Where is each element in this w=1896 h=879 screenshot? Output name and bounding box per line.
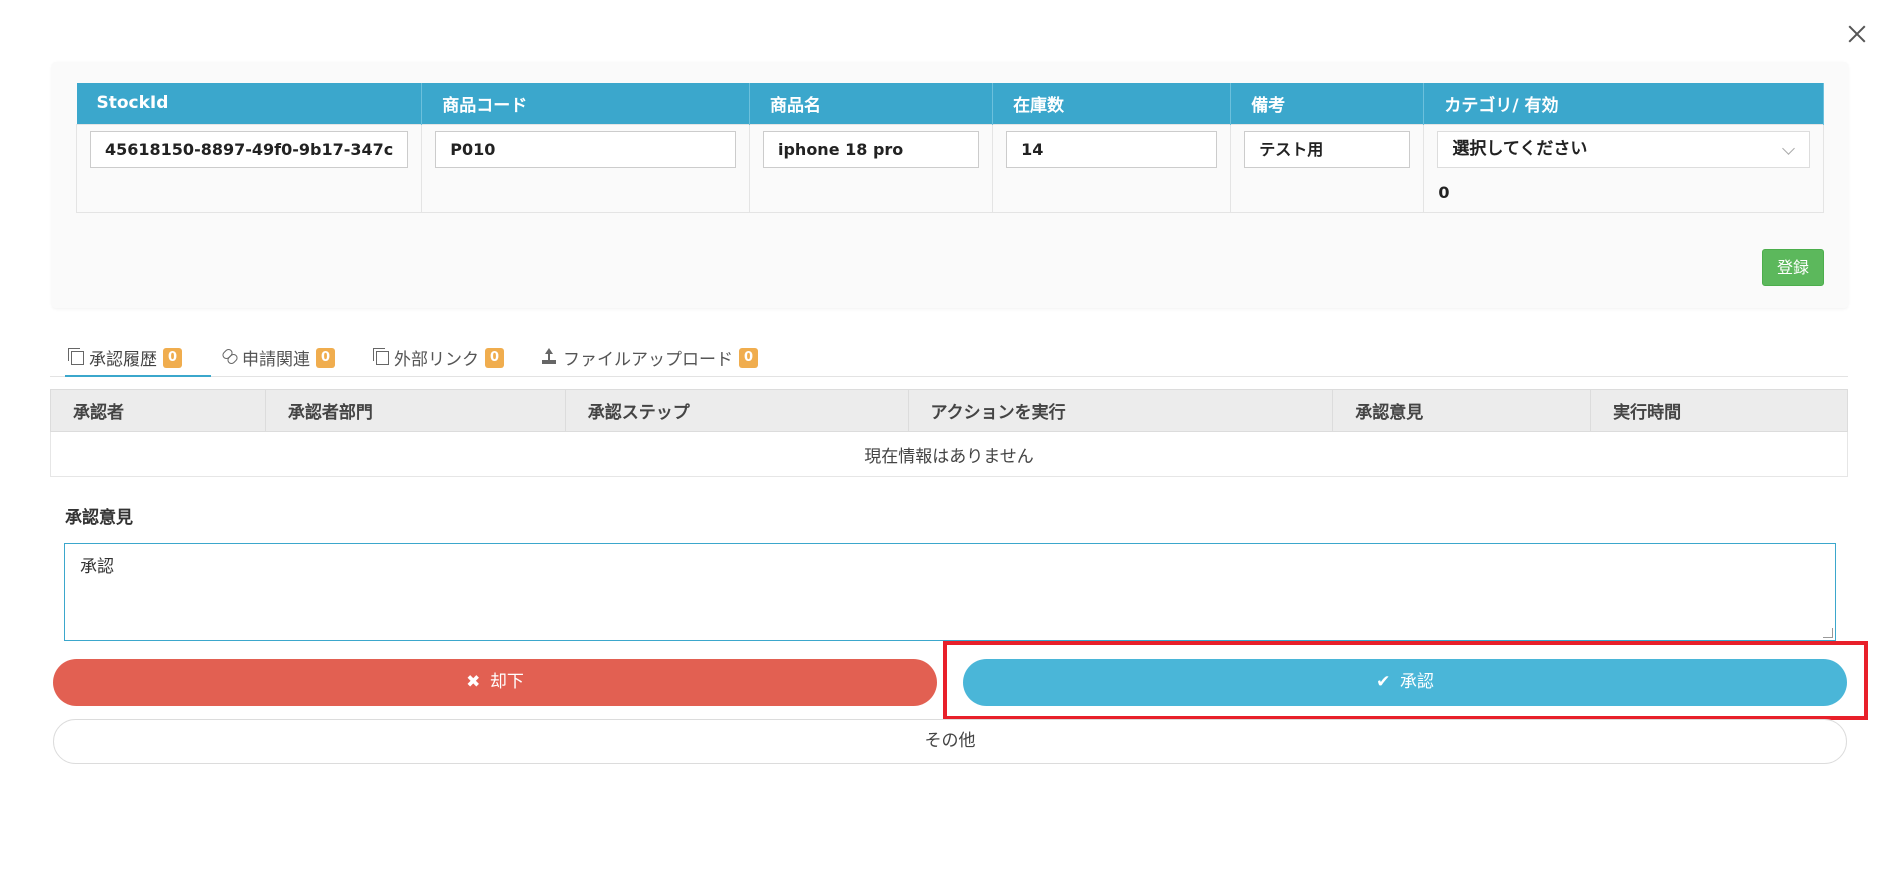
empty-message: 現在情報はありません (50, 431, 1848, 477)
tab-approval-history[interactable]: 承認履歴 0 (65, 345, 211, 377)
header-approver-department: 承認者部門 (264, 389, 566, 432)
product-code-input[interactable]: P010 (435, 130, 736, 168)
table-row: 45618150-8897-49f0-9b17-347c P010 iphone… (75, 123, 1824, 213)
approval-table-header: 承認者 承認者部門 承認ステップ アクションを実行 承認意見 実行時間 (50, 389, 1848, 432)
tab-file-upload[interactable]: ファイルアップロード 0 (541, 345, 759, 377)
tab-label: 申請関連 (242, 350, 310, 370)
tab-bar: 承認履歴 0 申請関連 0 外部リンク 0 ファイルアップロード 0 (50, 345, 1848, 377)
tab-external-links[interactable]: 外部リンク 0 (372, 345, 505, 377)
table-row: 現在情報はありません (50, 431, 1848, 477)
stock-id-cell: 45618150-8897-49f0-9b17-347c (75, 123, 423, 213)
chevron-down-icon (1782, 141, 1795, 155)
tab-label: 外部リンク (394, 350, 479, 370)
register-button[interactable]: 登録 (1762, 249, 1824, 286)
check-icon: ✔ (1376, 672, 1391, 692)
approval-history-table: 承認者 承認者部門 承認ステップ アクションを実行 承認意見 実行時間 現在情報… (50, 389, 1848, 477)
header-remarks: 備考 (1230, 83, 1425, 124)
header-quantity: 在庫数 (992, 83, 1232, 124)
tab-related-applications[interactable]: 申請関連 0 (220, 345, 336, 377)
header-product-code: 商品コード (421, 83, 750, 124)
stock-table-header: StockId 商品コード 商品名 在庫数 備考 カテゴリ/ 有効 (76, 83, 1824, 124)
close-icon[interactable] (1843, 20, 1871, 48)
header-approval-step: 承認ステップ (564, 389, 909, 432)
product-name-cell: iphone 18 pro (748, 123, 994, 213)
reject-button[interactable]: ✖ 却下 (53, 659, 937, 706)
tab-label: 承認履歴 (89, 350, 157, 370)
approve-button[interactable]: ✔ 承認 (963, 659, 1847, 706)
remarks-input[interactable]: テスト用 (1244, 130, 1411, 168)
header-action: アクションを実行 (907, 389, 1334, 432)
stock-id-input[interactable]: 45618150-8897-49f0-9b17-347c (90, 130, 409, 168)
product-name-input[interactable]: iphone 18 pro (762, 130, 980, 168)
resize-handle-icon[interactable] (1823, 628, 1833, 638)
opinion-label: 承認意見 (65, 508, 133, 528)
reject-label: 却下 (489, 672, 524, 692)
link-icon (220, 347, 238, 365)
approve-label: 承認 (1399, 672, 1434, 692)
header-execution-time: 実行時間 (1590, 389, 1848, 432)
category-select[interactable]: 選択してください (1437, 130, 1810, 168)
count-badge: 0 (163, 348, 183, 368)
count-badge: 0 (739, 348, 759, 368)
product-code-cell: P010 (421, 123, 750, 213)
other-button[interactable]: その他 (53, 719, 1847, 764)
upload-icon (541, 347, 559, 365)
header-category-enabled: カテゴリ/ 有効 (1423, 83, 1824, 124)
opinion-text: 承認 (80, 557, 114, 577)
header-approval-opinion: 承認意見 (1332, 389, 1592, 432)
remarks-cell: テスト用 (1230, 123, 1425, 213)
stock-table: StockId 商品コード 商品名 在庫数 備考 カテゴリ/ 有効 456181… (75, 83, 1824, 213)
enabled-value: 0 (1438, 182, 1450, 202)
tab-label: ファイルアップロード (563, 350, 733, 370)
close-icon: ✖ (466, 672, 481, 692)
quantity-cell: 14 (992, 123, 1232, 213)
header-approver: 承認者 (50, 389, 266, 432)
category-select-value: 選択してください (1452, 138, 1588, 159)
header-product-name: 商品名 (749, 83, 994, 124)
quantity-input[interactable]: 14 (1006, 130, 1218, 168)
copy-icon (67, 347, 85, 365)
count-badge: 0 (316, 348, 336, 368)
opinion-textarea[interactable]: 承認 (64, 543, 1836, 641)
category-cell: 選択してください 0 (1423, 123, 1824, 213)
header-stock-id: StockId (76, 83, 423, 124)
copy-icon (372, 347, 390, 365)
count-badge: 0 (485, 348, 505, 368)
